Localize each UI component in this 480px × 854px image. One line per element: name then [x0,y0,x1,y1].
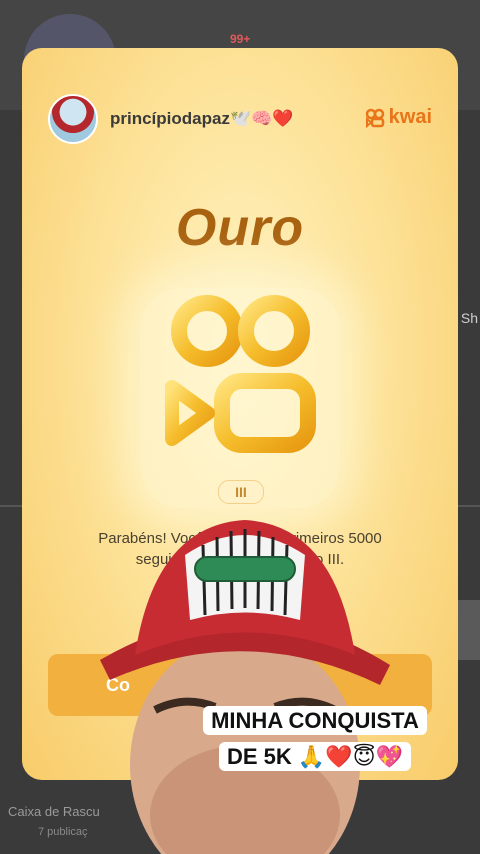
username: princípiodapaz🕊️🧠❤️ [110,109,294,128]
user-row: princípiodapaz🕊️🧠❤️ [48,94,293,144]
brand-name: kwai [388,106,432,128]
background-side-card [458,600,480,660]
background-drafts-count: 7 publicaç [38,826,88,838]
caption-line-1: MINHA CONQUISTA [203,706,427,735]
person-overlay [100,520,390,854]
gold-kwai-logo-icon [165,295,316,453]
caption-line-2: DE 5K 🙏❤️😇💖 [218,742,412,771]
kwai-icon [365,108,384,128]
background-notification-badge: 99+ [230,32,251,46]
tier-title: Ouro [175,199,305,257]
background-drafts-label: Caixa de Rascu [8,804,100,819]
avatar [48,94,98,144]
caption-sticker: MINHA CONQUISTA DE 5K 🙏❤️😇💖 [180,703,450,775]
background-side-text: Sh [460,310,478,326]
kwai-logo: kwai [365,106,432,129]
level-badge: III [218,480,264,504]
